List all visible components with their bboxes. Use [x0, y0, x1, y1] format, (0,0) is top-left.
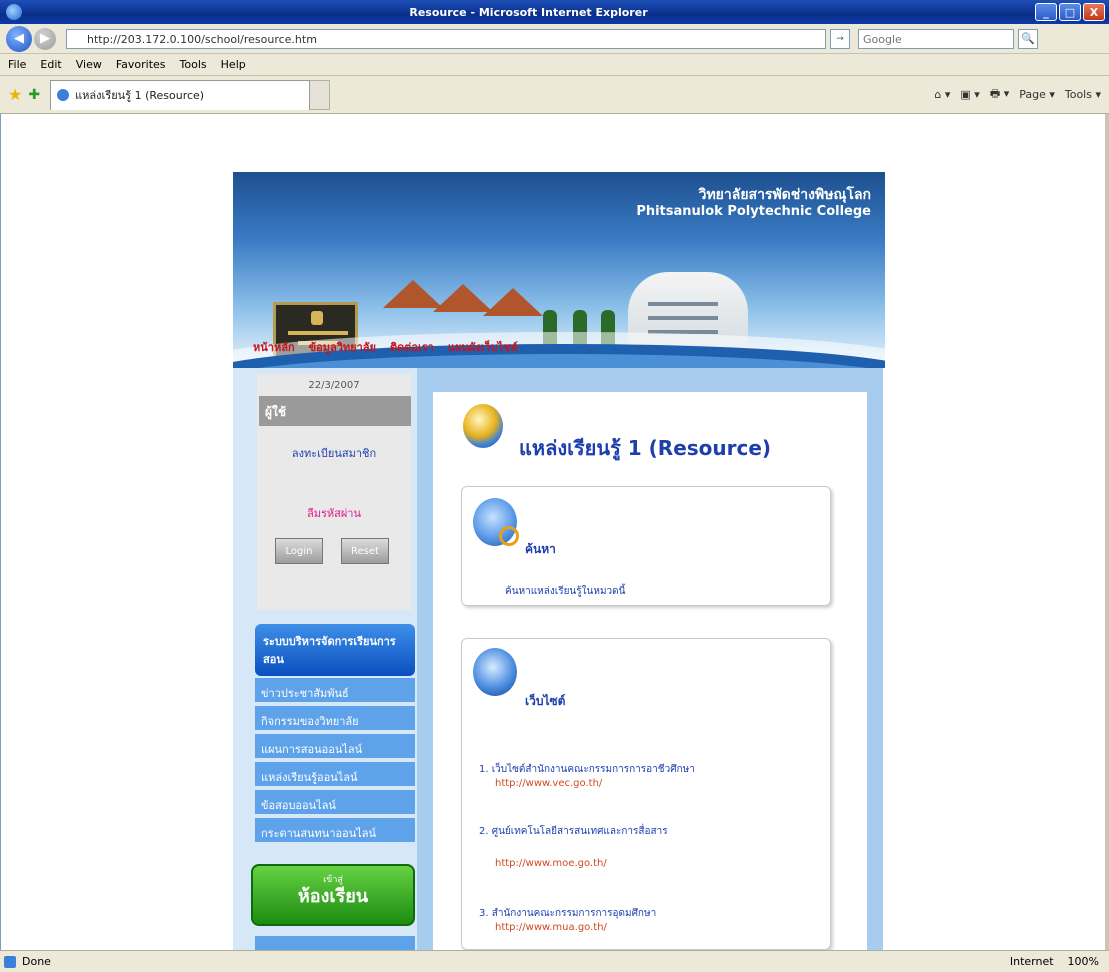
building-window [648, 316, 718, 320]
menu-tools[interactable]: Tools [180, 58, 207, 71]
website-link-url[interactable]: http://www.vec.go.th/ [495, 778, 602, 789]
status-right: Internet 100% [1010, 955, 1099, 968]
search-input[interactable] [858, 28, 1014, 49]
link-number: 2. [479, 826, 489, 837]
sidebar-item-resources[interactable]: แหล่งเรียนรู้ออนไลน์ [255, 762, 415, 788]
banner-title-thai: วิทยาลัยสารพัดช่างพิษณุโลก [698, 187, 871, 203]
back-button[interactable]: ◀ [6, 25, 32, 52]
globe-icon [463, 404, 503, 448]
menu-edit[interactable]: Edit [40, 58, 61, 71]
nav-home[interactable]: หน้าหลัก [253, 338, 295, 356]
sidebar-item-lesson-plans[interactable]: แผนการสอนออนไลน์ [255, 734, 415, 760]
website-link-url[interactable]: http://www.moe.go.th/ [495, 858, 607, 869]
window-title: Resource - Microsoft Internet Explorer [409, 5, 648, 19]
status-page-icon [4, 955, 16, 968]
sidebar-item-exams[interactable]: ข้อสอบออนไลน์ [255, 790, 415, 816]
link-url: http://www.moe.go.th/ [495, 858, 607, 869]
register-link[interactable]: ลงทะเบียนสมาชิก [257, 444, 411, 462]
link-label: ศูนย์เทคโนโลยีสารสนเทศและการสื่อสาร [491, 826, 668, 837]
sidebar-item-news[interactable]: ข่าวประชาสัมพันธ์ [255, 678, 415, 704]
tab-title: แหล่งเรียนรู้ 1 (Resource) [75, 89, 205, 102]
security-zone: Internet [1009, 955, 1054, 968]
zoom-level[interactable]: 100% [1068, 955, 1099, 968]
reset-button[interactable]: Reset [341, 538, 389, 564]
new-tab-button[interactable] [310, 79, 331, 110]
enter-classroom-button[interactable]: เข้าสู่ ห้องเรียน [251, 864, 415, 926]
page-menu-button[interactable]: Page ▾ [1019, 88, 1055, 101]
websites-card [461, 638, 831, 950]
address-field-wrapper [56, 28, 826, 49]
website-link-url[interactable]: http://www.mua.go.th/ [495, 922, 607, 933]
search-card-text[interactable]: ค้นหาแหล่งเรียนรู้ในหมวดนี้ [505, 584, 625, 599]
website-link-item[interactable]: 1. เว็บไซต์สำนักงานคณะกรรมการการอาชีวศึก… [479, 762, 695, 777]
website-link-item[interactable]: 2. ศูนย์เทคโนโลยีสารสนเทศและการสื่อสาร [479, 824, 668, 839]
search-button[interactable]: 🔍 [1018, 28, 1038, 49]
link-number: 1. [479, 764, 489, 775]
forgot-password-link[interactable]: ลืมรหัสผ่าน [257, 504, 411, 522]
menu-bar: File Edit View Favorites Tools Help [0, 54, 1109, 76]
login-button[interactable]: Login [275, 538, 323, 564]
close-button[interactable]: X [1083, 3, 1105, 21]
window-controls: _ □ X [1035, 3, 1105, 21]
current-date: 22/3/2007 [308, 380, 360, 391]
search-card-title[interactable]: ค้นหา [525, 540, 556, 559]
page-title: แหล่งเรียนรู้ 1 (Resource) [519, 436, 772, 460]
nav-about[interactable]: ข้อมูลวิทยาลัย [309, 338, 376, 356]
window-title-bar: Resource - Microsoft Internet Explorer _… [0, 0, 1109, 24]
browser-tab[interactable]: แหล่งเรียนรู้ 1 (Resource) [50, 79, 311, 110]
enter-classroom-small-label: เข้าสู่ [323, 875, 343, 885]
top-navigation: หน้าหลัก ข้อมูลวิทยาลัย ติดต่อเรา แผนผัง… [253, 338, 518, 356]
sign-line [288, 331, 348, 335]
sidebar-item-activities[interactable]: กิจกรรมของวิทยาลัย [255, 706, 415, 732]
page-viewport: วิทยาลัยสารพัดช่างพิษณุโลก Phitsanulok P… [0, 114, 1109, 950]
website-globe-icon [473, 648, 517, 696]
link-label: เว็บไซต์สำนักงานคณะกรรมการการอาชีวศึกษา [491, 764, 695, 775]
link-url: http://www.mua.go.th/ [495, 922, 607, 933]
website-link-item[interactable]: 3. สำนักงานคณะกรรมการการอุดมศึกษา [479, 906, 656, 921]
command-bar: ⌂ ▾ ▣ ▾ 🖶 ▾ Page ▾ Tools ▾ [934, 85, 1101, 104]
link-url: http://www.vec.go.th/ [495, 778, 603, 789]
sidebar-bottom-bar [255, 936, 415, 950]
nav-sitemap[interactable]: แผนผังเว็บไซต์ [448, 338, 518, 356]
print-button[interactable]: 🖶 ▾ [990, 85, 1009, 104]
ie-icon [6, 4, 22, 20]
tab-page-icon [57, 89, 70, 101]
sidebar-item-webboard[interactable]: กระดานสนทนาออนไลน์ [255, 818, 415, 844]
vertical-scrollbar[interactable] [1105, 114, 1109, 950]
menu-file[interactable]: File [8, 58, 26, 71]
tools-menu-button[interactable]: Tools ▾ [1065, 88, 1101, 101]
forward-button[interactable]: ▶ [34, 27, 56, 50]
add-favorite-icon[interactable]: ✚ [28, 87, 40, 103]
link-number: 3. [479, 908, 489, 919]
banner-title-english: Phitsanulok Polytechnic College [636, 204, 871, 219]
crest-icon [311, 311, 323, 325]
login-heading: ผู้ใช้ [259, 396, 411, 426]
tab-toolbar: ★ ✚ แหล่งเรียนรู้ 1 (Resource) ⌂ ▾ ▣ ▾ 🖶… [0, 76, 1109, 114]
home-button[interactable]: ⌂ ▾ [934, 88, 950, 101]
maximize-button[interactable]: □ [1059, 3, 1081, 21]
favorites-star-icon[interactable]: ★ [8, 85, 22, 104]
nav-contact[interactable]: ติดต่อเรา [390, 338, 434, 356]
websites-card-title: เว็บไซต์ [525, 694, 566, 708]
go-button[interactable]: → [830, 28, 850, 49]
building-window [648, 302, 718, 306]
minimize-button[interactable]: _ [1035, 3, 1057, 21]
address-input[interactable] [66, 28, 826, 49]
feeds-button[interactable]: ▣ ▾ [960, 88, 979, 101]
link-label: สำนักงานคณะกรรมการการอุดมศึกษา [491, 908, 657, 919]
roof-shape [483, 288, 543, 316]
status-bar: Done Internet 100% [0, 950, 1109, 972]
menu-help[interactable]: Help [221, 58, 246, 71]
menu-favorites[interactable]: Favorites [116, 58, 166, 71]
login-box: 22/3/2007 ผู้ใช้ ลงทะเบียนสมาชิก ลืมรหัส… [257, 374, 411, 610]
menu-view[interactable]: View [76, 58, 102, 71]
search-magnifier-icon [473, 498, 519, 546]
sidebar-heading: ระบบบริหารจัดการเรียนการสอน [255, 624, 415, 676]
status-text: Done [22, 955, 51, 968]
address-toolbar: ◀ ▶ → 🔍 [0, 24, 1109, 54]
